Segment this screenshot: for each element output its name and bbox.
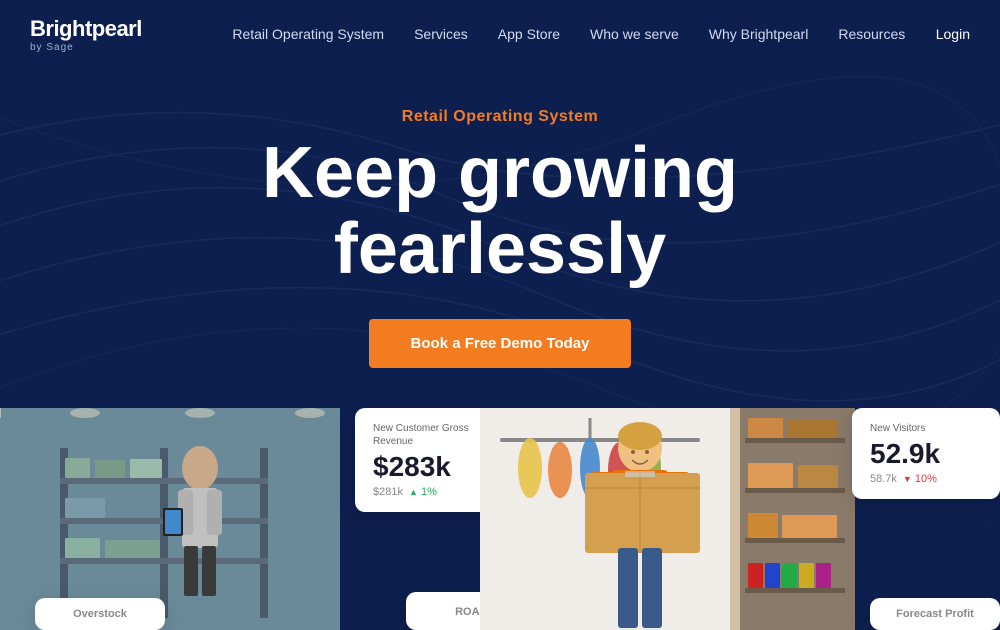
visitors-sub-value: 58.7k xyxy=(870,473,897,485)
logo[interactable]: Brightpearl by Sage xyxy=(30,16,142,53)
nav-link-retail[interactable]: Retail Operating System xyxy=(232,26,384,42)
nav-link-services[interactable]: Services xyxy=(414,26,468,42)
cards-section: New Customer Gross Revenue $283k $281k 1… xyxy=(0,408,1000,630)
revenue-change: 1% xyxy=(409,486,437,498)
hero-title-line1: Keep growing xyxy=(262,133,738,213)
visitors-value: 52.9k xyxy=(870,439,982,470)
nav-link-resources[interactable]: Resources xyxy=(838,26,905,42)
logo-sub: by Sage xyxy=(30,42,142,53)
warehouse-illustration xyxy=(0,408,340,630)
hero-title-line2: fearlessly xyxy=(334,209,666,289)
logo-text: Brightpearl xyxy=(30,16,142,42)
hero-tagline: Retail Operating System xyxy=(402,108,598,126)
revenue-value: $283k xyxy=(373,452,485,483)
nav-links: Retail Operating System Services App Sto… xyxy=(202,26,936,42)
navigation: Brightpearl by Sage Retail Operating Sys… xyxy=(0,0,1000,68)
visitors-sub: 58.7k 10% xyxy=(870,473,982,485)
person-photo xyxy=(480,408,855,630)
overstock-label: Overstock xyxy=(73,608,127,620)
hero-title: Keep growing fearlessly xyxy=(262,136,738,287)
revenue-label: New Customer Gross Revenue xyxy=(373,422,485,448)
warehouse-photo xyxy=(0,408,340,630)
visitors-label: New Visitors xyxy=(870,422,982,435)
nav-link-why[interactable]: Why Brightpearl xyxy=(709,26,809,42)
nav-link-who[interactable]: Who we serve xyxy=(590,26,679,42)
revenue-sub: $281k 1% xyxy=(373,486,485,498)
cta-button[interactable]: Book a Free Demo Today xyxy=(369,319,632,368)
hero-section: Retail Operating System Keep growing fea… xyxy=(0,68,1000,408)
forecast-card: Forecast Profit xyxy=(870,598,1000,630)
login-link[interactable]: Login xyxy=(936,26,970,42)
visitors-change: 10% xyxy=(903,473,937,485)
overstock-card: Overstock xyxy=(35,598,165,630)
person-illustration xyxy=(480,408,855,630)
revenue-sub-value: $281k xyxy=(373,486,403,498)
visitors-card: New Visitors 52.9k 58.7k 10% xyxy=(852,408,1000,499)
nav-link-appstore[interactable]: App Store xyxy=(498,26,560,42)
forecast-label: Forecast Profit xyxy=(896,608,974,620)
